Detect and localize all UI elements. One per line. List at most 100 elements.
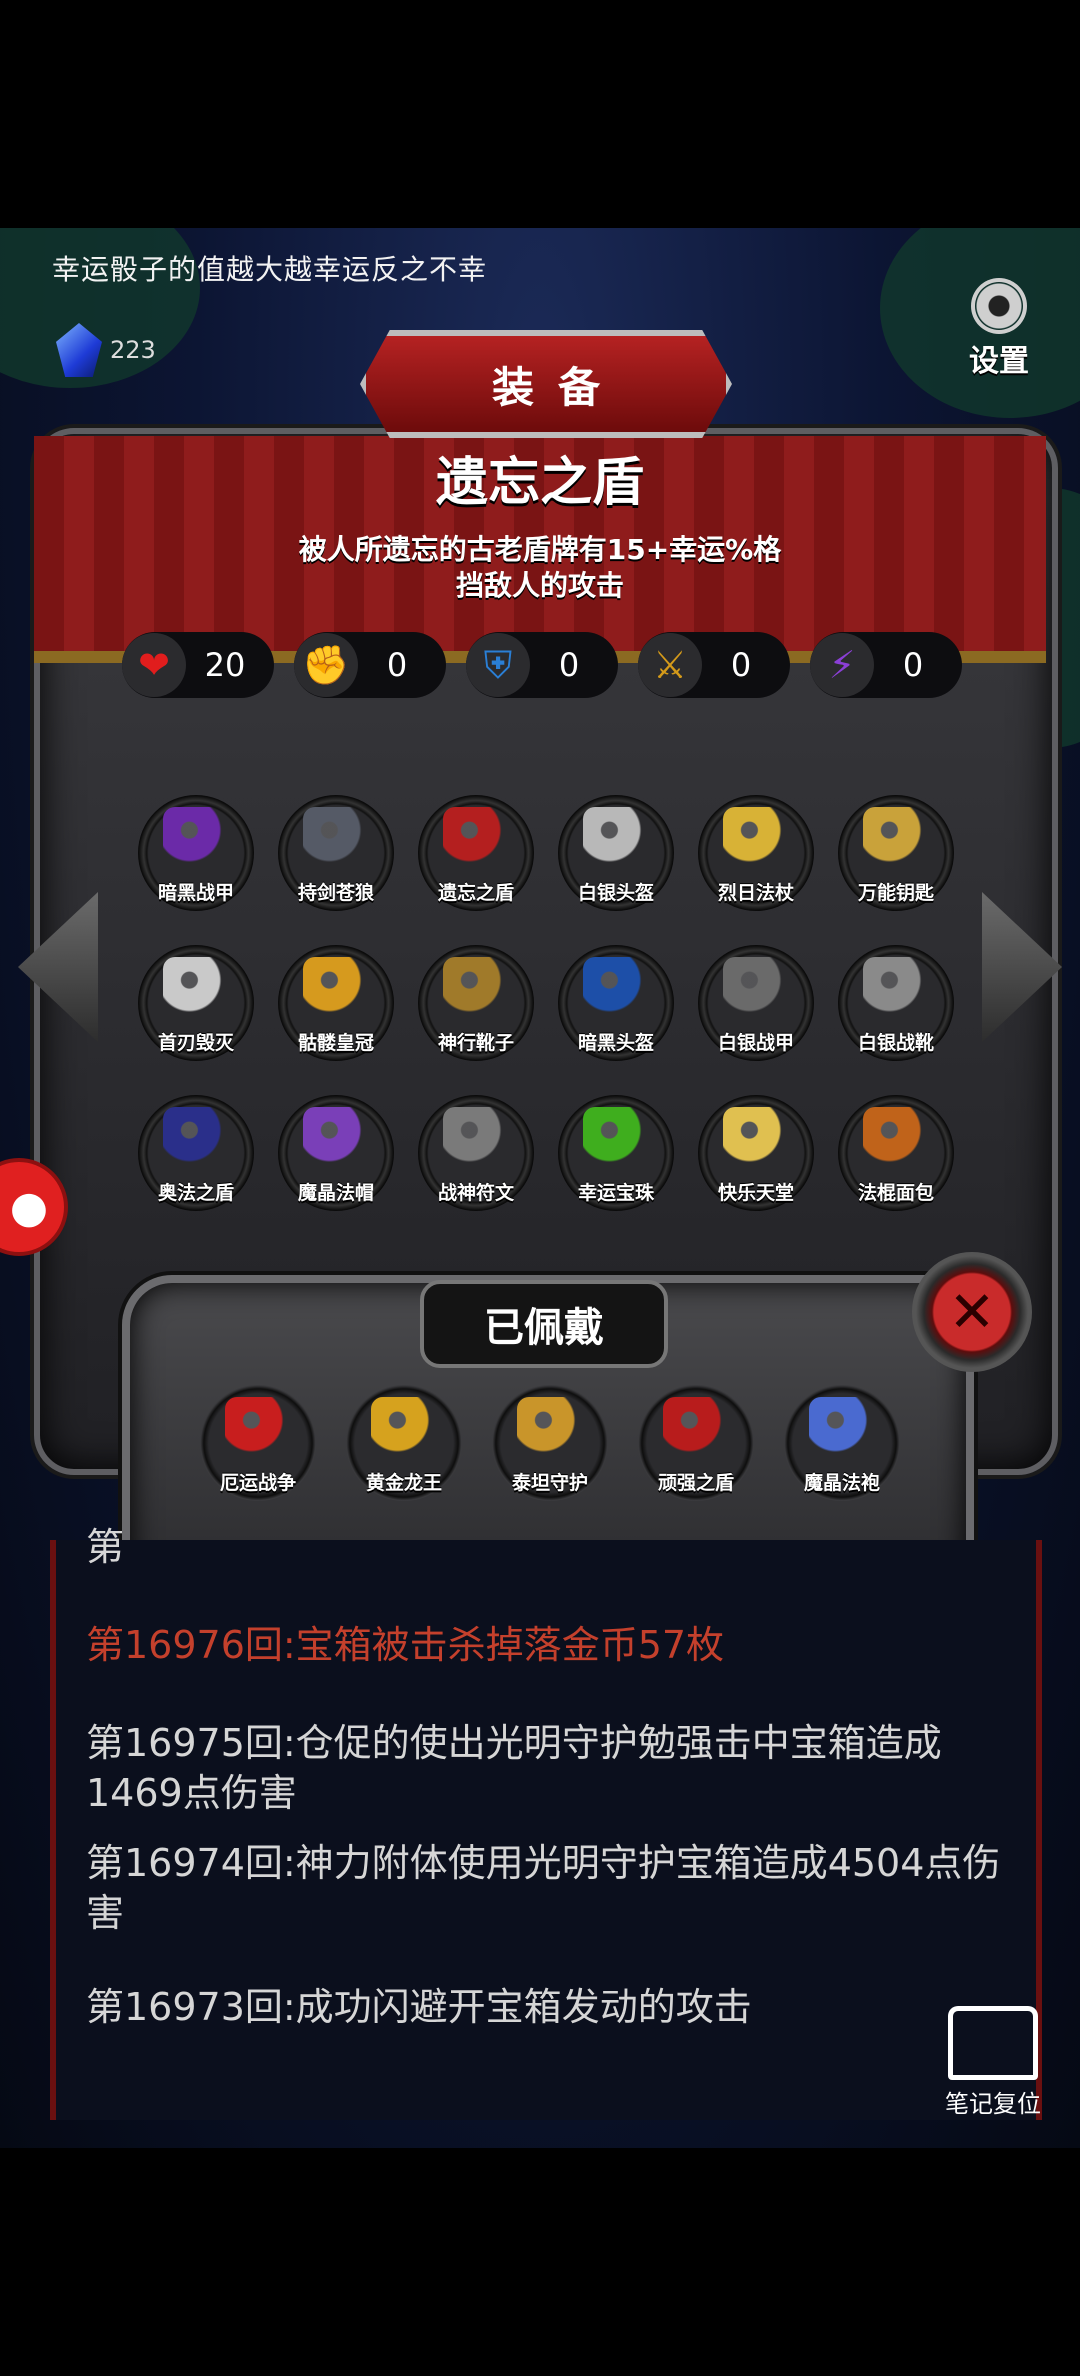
item-label: 首刃毁灭 (157, 1032, 234, 1054)
item-label: 黄金龙王 (365, 1472, 442, 1494)
item-label: 骷髅皇冠 (297, 1032, 374, 1054)
stat-value: 0 (386, 646, 408, 684)
item-description: 被人所遗忘的古老盾牌有15+幸运%格 挡敌人的攻击 (298, 533, 782, 602)
item-icon (723, 807, 789, 873)
inventory-slot[interactable]: 法棍面包 (838, 1095, 954, 1211)
inventory-slot[interactable]: 遗忘之盾 (418, 795, 534, 911)
settings-button[interactable]: 设置 (964, 278, 1034, 380)
item-label: 魔晶法帽 (297, 1182, 374, 1204)
item-label: 奥法之盾 (157, 1182, 234, 1204)
item-icon (863, 1107, 929, 1173)
equipped-slot[interactable]: 魔晶法袍 (784, 1385, 900, 1501)
item-icon (723, 957, 789, 1023)
item-label: 白银战甲 (717, 1032, 794, 1054)
log-partial: 第 (86, 1525, 125, 1569)
item-icon (517, 1397, 583, 1463)
close-icon: ✕ (948, 1279, 996, 1345)
stat-value: 0 (902, 646, 924, 684)
log-entry: 第16976回:宝箱被击杀掉落金币57枚 (86, 1623, 725, 1667)
inventory-slot[interactable]: 暗黑战甲 (138, 795, 254, 911)
inventory-slot[interactable]: 神行靴子 (418, 945, 534, 1061)
item-label: 顽强之盾 (657, 1472, 734, 1494)
item-label: 幸运宝珠 (577, 1182, 654, 1204)
note-reset-button[interactable]: 笔记复位 (938, 2006, 1048, 2119)
panel-title: 装备 (491, 362, 624, 412)
settings-label: 设置 (969, 344, 1029, 379)
item-icon (225, 1397, 291, 1463)
close-button[interactable]: ✕ (912, 1252, 1032, 1372)
inventory-slot[interactable]: 奥法之盾 (138, 1095, 254, 1211)
item-icon (723, 1107, 789, 1173)
gem-count: 223 (110, 336, 156, 364)
item-label: 法棍面包 (857, 1182, 934, 1204)
note-reset-label: 笔记复位 (945, 2090, 1041, 2118)
inventory-slot[interactable]: 快乐天堂 (698, 1095, 814, 1211)
equipped-slot[interactable]: 黄金龙王 (346, 1385, 462, 1501)
item-label: 烈日法杖 (717, 882, 794, 904)
stat-pill: ⚡ 0 (810, 632, 962, 698)
inventory-slot[interactable]: 骷髅皇冠 (278, 945, 394, 1061)
inventory-slot[interactable]: 幸运宝珠 (558, 1095, 674, 1211)
equipped-slot[interactable]: 泰坦守护 (492, 1385, 608, 1501)
equipped-row: 厄运战争 黄金龙王 泰坦守护 顽强之盾 魔晶法袍 (200, 1385, 900, 1501)
item-icon (303, 957, 369, 1023)
inventory-slot[interactable]: 暗黑头盔 (558, 945, 674, 1061)
item-label: 泰坦守护 (511, 1472, 588, 1494)
gem-counter: 223 (56, 323, 156, 377)
inventory-slot[interactable]: 持剑苍狼 (278, 795, 394, 911)
equipped-slot[interactable]: 顽强之盾 (638, 1385, 754, 1501)
stat-pill: ❤ 20 (122, 632, 274, 698)
item-icon (163, 807, 229, 873)
inventory-slot[interactable]: 万能钥匙 (838, 795, 954, 911)
item-icon (443, 1107, 509, 1173)
stat-value: 0 (558, 646, 580, 684)
item-icon (863, 807, 929, 873)
item-icon (443, 957, 509, 1023)
item-icon (163, 1107, 229, 1173)
stat-pill: ✊ 0 (294, 632, 446, 698)
gem-icon (56, 323, 102, 377)
equipped-title: 已佩戴 (420, 1280, 668, 1368)
strength-icon: ✊ (294, 633, 358, 697)
item-label: 暗黑头盔 (577, 1032, 654, 1054)
inventory-slot[interactable]: 战神符文 (418, 1095, 534, 1211)
item-icon (303, 1107, 369, 1173)
inventory-slot[interactable]: 首刃毁灭 (138, 945, 254, 1061)
inventory-slot[interactable]: 魔晶法帽 (278, 1095, 394, 1211)
item-icon (583, 957, 649, 1023)
item-icon (583, 1107, 649, 1173)
equipped-slot[interactable]: 厄运战争 (200, 1385, 316, 1501)
sword-icon: ⚔ (638, 633, 702, 697)
heart-icon: ❤ (122, 633, 186, 697)
stat-bar: ❤ 20 ✊ 0 ⛨ 0 ⚔ 0 ⚡ 0 (122, 632, 962, 698)
item-icon (809, 1397, 875, 1463)
inventory-slot[interactable]: 白银头盔 (558, 795, 674, 911)
armor-icon: ⛨ (466, 633, 530, 697)
item-label: 快乐天堂 (717, 1182, 794, 1204)
log-entry: 第16975回:仓促的使出光明守护勉强击中宝箱造成1469点伤害 (86, 1721, 942, 1815)
item-icon (303, 807, 369, 873)
inventory-slot[interactable]: 白银战靴 (838, 945, 954, 1061)
item-label: 魔晶法袍 (803, 1472, 880, 1494)
item-label: 白银头盔 (577, 882, 654, 904)
item-label: 持剑苍狼 (297, 882, 374, 904)
stat-pill: ⛨ 0 (466, 632, 618, 698)
inventory-grid: 暗黑战甲 持剑苍狼 遗忘之盾 白银头盔 烈日法杖 万能钥匙首刃毁灭 骷髅皇冠 神行靴子 暗黑头盔… (138, 795, 954, 1211)
item-label: 厄运战争 (219, 1472, 296, 1494)
item-icon (443, 807, 509, 873)
item-icon (863, 957, 929, 1023)
inventory-slot[interactable]: 烈日法杖 (698, 795, 814, 911)
item-label: 战神符文 (437, 1182, 514, 1204)
panel-title-banner: 装备 (360, 330, 732, 438)
log-entry: 第16974回:神力附体使用光明守护宝箱造成4504点伤害 (86, 1841, 1001, 1935)
inventory-slot[interactable]: 白银战甲 (698, 945, 814, 1061)
stat-value: 0 (730, 646, 752, 684)
stat-value: 20 (204, 646, 246, 684)
stat-pill: ⚔ 0 (638, 632, 790, 698)
item-label: 暗黑战甲 (157, 882, 234, 904)
note-icon (948, 2006, 1038, 2080)
item-icon (371, 1397, 437, 1463)
item-icon (663, 1397, 729, 1463)
item-label: 神行靴子 (437, 1032, 514, 1054)
log-entry: 第16973回:成功闪避开宝箱发动的攻击 (86, 1985, 752, 2029)
